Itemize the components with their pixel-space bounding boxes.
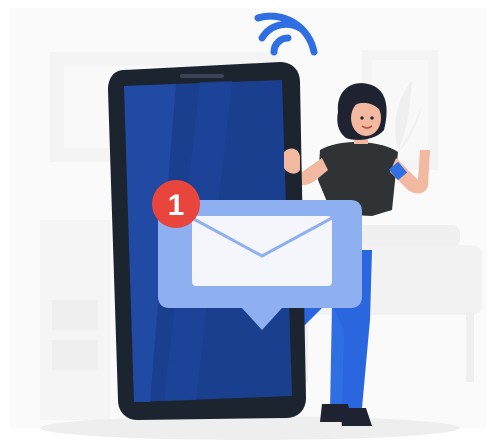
phone-speaker [180, 74, 224, 78]
notification-illustration: 1 [10, 8, 486, 440]
background-cabinet-drawer [52, 300, 98, 330]
background-sofa-leg [466, 312, 474, 382]
woman-eye [360, 116, 364, 120]
envelope-body [192, 216, 332, 286]
notification-badge: 1 [152, 180, 200, 228]
envelope-icon [191, 216, 333, 286]
woman-eye [370, 116, 374, 120]
notification-badge-count: 1 [168, 189, 185, 222]
illustration-stage: 1 [0, 0, 496, 448]
background-cabinet-drawer [52, 340, 98, 370]
floor-shadow [40, 416, 460, 440]
woman-hand-on-phone [284, 148, 300, 174]
message-notification: 1 [152, 180, 362, 330]
